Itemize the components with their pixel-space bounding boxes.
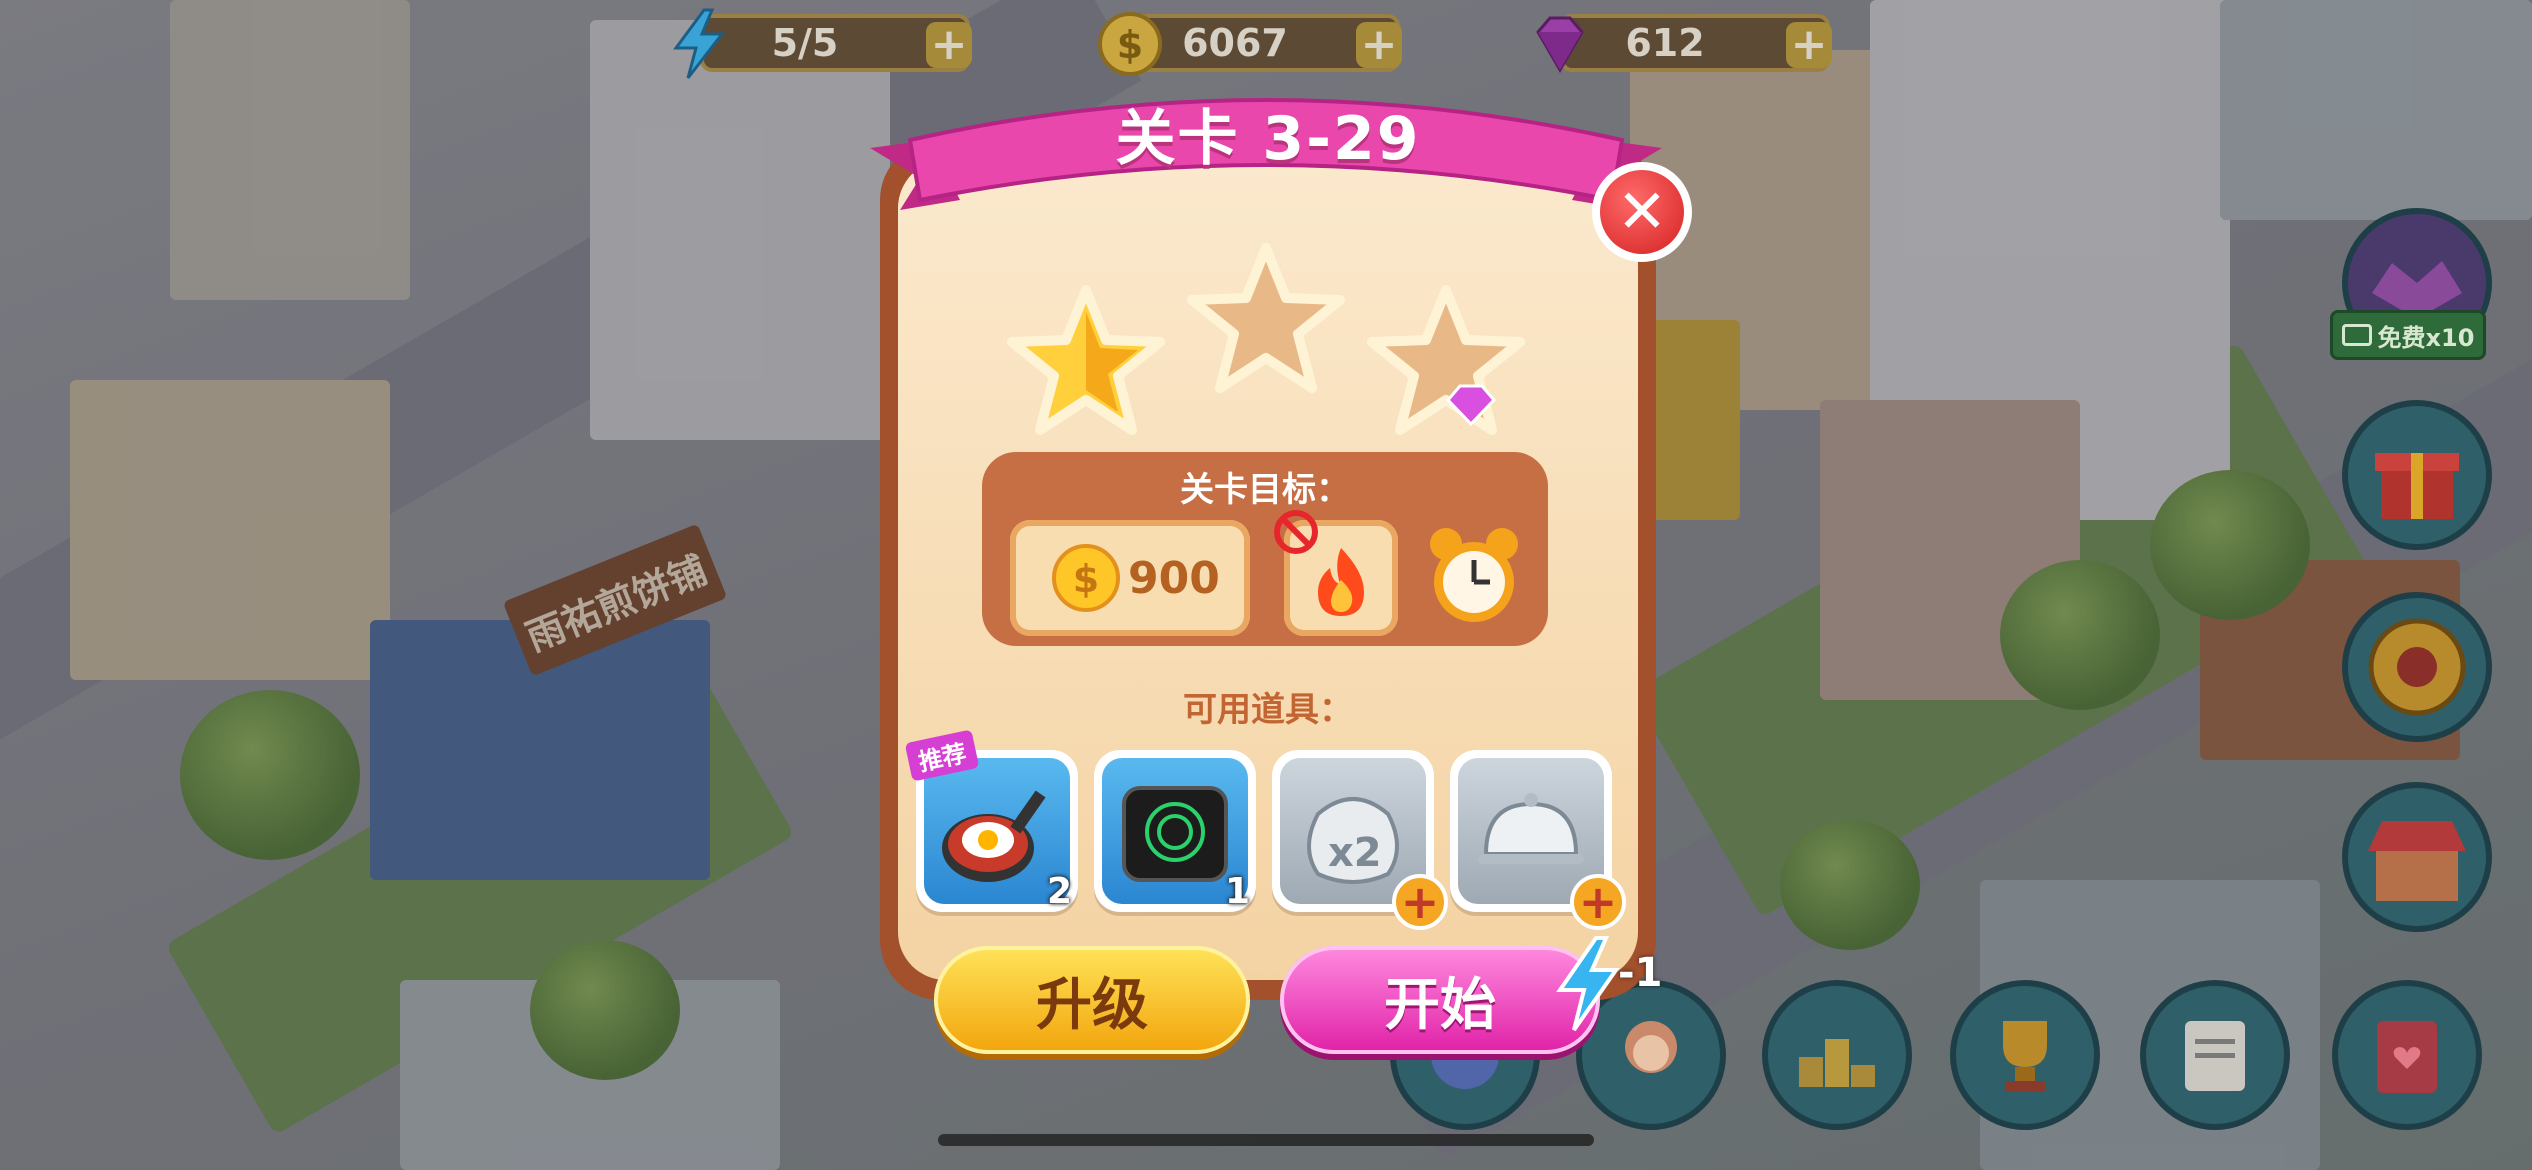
level-title: 关卡 3-29 bbox=[1115, 104, 1421, 174]
coin-icon: $ bbox=[1052, 544, 1120, 612]
gift-icon bbox=[2375, 453, 2459, 519]
trophy-button[interactable] bbox=[1950, 980, 2100, 1130]
add-energy-button[interactable]: + bbox=[926, 22, 972, 68]
prohibited-icon bbox=[1274, 510, 1318, 554]
close-icon: ✕ bbox=[1600, 170, 1684, 254]
gift-button[interactable] bbox=[2342, 400, 2492, 550]
gem-counter: 612 + bbox=[1536, 14, 1832, 73]
frying-pan-icon bbox=[942, 790, 1046, 882]
video-icon bbox=[2341, 324, 2372, 346]
star-earned-icon bbox=[1007, 285, 1165, 435]
alarm-clock-icon bbox=[1430, 528, 1518, 622]
energy-cost: -1 bbox=[1618, 950, 1663, 996]
add-gems-button[interactable]: + bbox=[1786, 22, 1832, 68]
upgrade-button[interactable]: 升级 bbox=[934, 946, 1250, 1054]
available-tools-title: 可用道具： bbox=[1183, 690, 1353, 730]
tool-serving-cloche[interactable]: + bbox=[1450, 750, 1626, 930]
lightning-icon bbox=[1556, 936, 1620, 1032]
book-icon bbox=[2377, 1021, 2437, 1093]
money-bag-icon: x2 bbox=[1307, 797, 1399, 884]
trophy-icon bbox=[2003, 1021, 2047, 1091]
free-video-badge[interactable]: 免费x10 bbox=[2330, 310, 2486, 360]
notepad-icon bbox=[2185, 1021, 2245, 1091]
star-empty-icon bbox=[1187, 243, 1345, 393]
wheel-icon bbox=[2368, 618, 2466, 716]
tool-count: 1 bbox=[1224, 871, 1250, 912]
star-empty-icon bbox=[1367, 285, 1525, 435]
svg-text:x2: x2 bbox=[1328, 830, 1382, 876]
add-tool-button[interactable]: + bbox=[1392, 874, 1448, 930]
podium-icon bbox=[1799, 1039, 1875, 1087]
gem-value: 612 bbox=[1625, 21, 1705, 65]
induction-cooker-icon bbox=[1122, 786, 1228, 882]
level-goal-title: 关卡目标： bbox=[1180, 470, 1350, 510]
coin-goal-value: 900 bbox=[1128, 552, 1220, 604]
tool-double-coins[interactable]: x2 + bbox=[1272, 750, 1448, 930]
home-indicator[interactable] bbox=[938, 1134, 1594, 1146]
coin-goal: $ 900 bbox=[1010, 520, 1250, 636]
store-icon bbox=[2368, 821, 2466, 901]
tasks-button[interactable] bbox=[2140, 980, 2290, 1130]
energy-value: 5/5 bbox=[771, 21, 839, 65]
recipe-book-button[interactable] bbox=[2332, 980, 2482, 1130]
energy-counter: 5/5 + bbox=[673, 8, 972, 79]
spin-wheel-button[interactable] bbox=[2342, 592, 2492, 742]
close-button[interactable]: ✕ bbox=[1592, 162, 1692, 262]
coin-counter: $ 6067 + bbox=[1098, 12, 1402, 76]
add-tool-button[interactable]: + bbox=[1570, 874, 1626, 930]
add-coins-button[interactable]: + bbox=[1356, 22, 1402, 68]
tool-count: 2 bbox=[1046, 871, 1072, 912]
cloche-icon bbox=[1478, 793, 1584, 864]
tool-induction-cooker[interactable]: 1 bbox=[1094, 750, 1256, 912]
svg-text:$: $ bbox=[1073, 557, 1099, 601]
free-label: 免费x10 bbox=[2377, 323, 2475, 352]
leaderboard-button[interactable] bbox=[1762, 980, 1912, 1130]
shop-button[interactable] bbox=[2342, 782, 2492, 932]
coin-value: 6067 bbox=[1182, 21, 1288, 65]
no-burn-goal bbox=[1274, 510, 1398, 636]
tool-frying-pan[interactable]: 推荐 2 bbox=[904, 729, 1078, 912]
